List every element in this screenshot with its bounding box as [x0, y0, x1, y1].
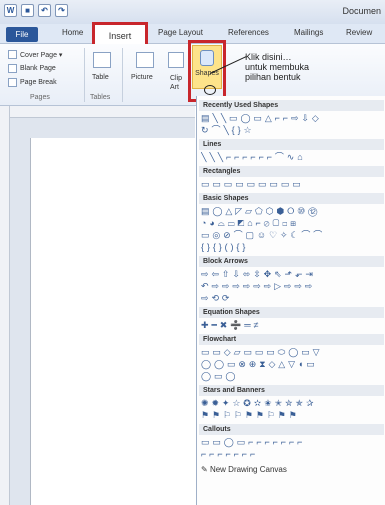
tab-page-layout[interactable]: Page Layout — [158, 28, 203, 37]
pages-group-label: Pages — [30, 94, 50, 101]
gallery-section-header: Callouts — [199, 424, 384, 435]
undo-icon[interactable]: ↶ — [38, 4, 51, 17]
picture-icon — [136, 52, 154, 68]
shapes-gallery: Recently Used Shapes ▤ ╲ ╲ ▭ ◯ ▭ △ ⌐ ⌐ ⇨ … — [196, 96, 385, 505]
annotation-line-1: Klik disini… — [245, 52, 292, 62]
shape-row[interactable]: ✺ ✹ ✦ ☆ ✪ ✫ ✬ ✭ ✮ ✯ ✰ — [201, 398, 383, 409]
gallery-section-header: Rectangles — [199, 166, 384, 177]
shape-row[interactable]: ⚑ ⚑ ⚐ ⚐ ⚑ ⚑ ⚐ ⚑ ⚑ — [201, 410, 383, 421]
tab-mailings[interactable]: Mailings — [294, 28, 323, 37]
tab-review[interactable]: Review — [346, 28, 372, 37]
tab-references[interactable]: References — [228, 28, 269, 37]
group-separator — [122, 48, 123, 102]
clip-art-button[interactable]: Clip Art — [170, 74, 186, 92]
shape-row[interactable]: ◯ ▭ ◯ — [201, 371, 383, 382]
gallery-section-header: Basic Shapes — [199, 193, 384, 204]
annotation-line-3: pilihan bentuk — [245, 72, 301, 82]
shape-row[interactable]: ⇨ ⇦ ⇧ ⇩ ⬄ ⇳ ✥ ⇖ ⬏ ⬐ ⇥ — [201, 269, 383, 280]
horizontal-ruler — [10, 106, 195, 118]
shape-row[interactable]: ▭ ▭ ▭ ▭ ▭ ▭ ▭ ▭ ▭ — [201, 179, 383, 190]
shape-row[interactable]: ▭ ▭ ◇ ▱ ▭ ▭ ▭ ⬭ ◯ ▭ ▽ — [201, 347, 383, 358]
dropdown-marker-circle — [204, 85, 216, 95]
word-window: W ■ ↶ ↷ Documen File Home Page Layout Re… — [0, 0, 385, 505]
shape-row[interactable]: ↻ ⌒ ╲ { } ☆ — [201, 125, 383, 136]
save-icon[interactable]: ■ — [21, 4, 34, 17]
tab-home[interactable]: Home — [62, 28, 83, 37]
tab-file[interactable]: File — [6, 27, 38, 42]
document-page[interactable] — [30, 138, 195, 505]
quick-access-toolbar: W ■ ↶ ↷ — [4, 4, 68, 17]
title-bar: W ■ ↶ ↷ Documen — [0, 0, 385, 24]
shape-row[interactable]: ╲ ╲ ╲ ⌐ ⌐ ⌐ ⌐ ⌐ ⌐ ⌒ ∿ ⌂ — [201, 152, 383, 163]
cover-page-icon — [8, 50, 17, 59]
drawing-canvas-icon: ✎ — [201, 465, 210, 474]
shape-row[interactable]: ▤ ╲ ╲ ▭ ◯ ▭ △ ⌐ ⌐ ⇨ ⇩ ◇ — [201, 113, 383, 124]
gallery-section-header: Flowchart — [199, 334, 384, 345]
page-break-icon — [8, 78, 17, 87]
group-separator — [84, 48, 85, 102]
document-title: Documen — [342, 6, 381, 16]
annotation-line-2: untuk membuka — [245, 62, 310, 72]
shape-row[interactable]: ◯ ◯ ▭ ⊗ ⊕ ⧗ ◇ △ ▽ ◖ ▭ — [201, 359, 383, 370]
redo-icon[interactable]: ↷ — [55, 4, 68, 17]
gallery-section-header: Equation Shapes — [199, 307, 384, 318]
vertical-ruler — [0, 106, 10, 505]
annotation-callout: Klik disini… untuk membuka pilihan bentu… — [245, 52, 309, 82]
word-logo-icon: W — [4, 4, 17, 17]
shape-row[interactable]: ✚ ━ ✖ ➗ ═ ≠ — [201, 320, 383, 331]
new-drawing-canvas-item[interactable]: ✎ New Drawing Canvas — [201, 465, 383, 479]
shape-row[interactable]: ▭ ◎ ⊘ ⌒ ▢ ☺ ♡ ✧ ☾ ⌒ ⌒ — [201, 230, 383, 241]
gallery-section-header: Lines — [199, 139, 384, 150]
shape-row[interactable]: ▤ ◯ △ ◸ ▱ ⬠ ⬡ ⬢ ⭘ ⑩ ⑫ — [201, 206, 383, 217]
blank-page-icon — [8, 64, 17, 73]
shape-row[interactable]: ⌐ ⌐ ⌐ ⌐ ⌐ ⌐ ⌐ — [201, 449, 383, 460]
shape-row[interactable]: { } { } ( ) { } — [201, 242, 383, 253]
shape-row[interactable]: ⇨ ⟲ ⟳ — [201, 293, 383, 304]
cover-page-button[interactable]: Cover Page ▾ — [20, 51, 62, 59]
new-drawing-canvas-label: New Drawing Canvas — [209, 465, 287, 474]
page-break-button[interactable]: Page Break — [20, 79, 57, 86]
shape-row[interactable]: ◔ ◕ ⌓ ▭ ◩ ⌂ ⌐ ⊘ ▢ ◻ ⊞ — [201, 218, 383, 229]
table-button[interactable]: Table — [92, 74, 109, 81]
table-icon — [93, 52, 111, 68]
gallery-section-header: Block Arrows — [199, 256, 384, 267]
picture-button[interactable]: Picture — [131, 74, 153, 81]
shape-row[interactable]: ↶ ⇨ ⇨ ⇨ ⇨ ⇨ ⇨ ▷ ⇨ ⇨ ⇨ — [201, 281, 383, 292]
blank-page-button[interactable]: Blank Page — [20, 65, 56, 72]
gallery-section-header: Recently Used Shapes — [199, 100, 384, 111]
tables-group-label: Tables — [90, 94, 111, 101]
shape-row[interactable]: ▭ ▭ ◯ ▭ ⌐ ⌐ ⌐ ⌐ ⌐ ⌐ ⌐ — [201, 437, 383, 448]
gallery-section-header: Stars and Banners — [199, 385, 384, 396]
clip-art-icon — [168, 52, 184, 68]
